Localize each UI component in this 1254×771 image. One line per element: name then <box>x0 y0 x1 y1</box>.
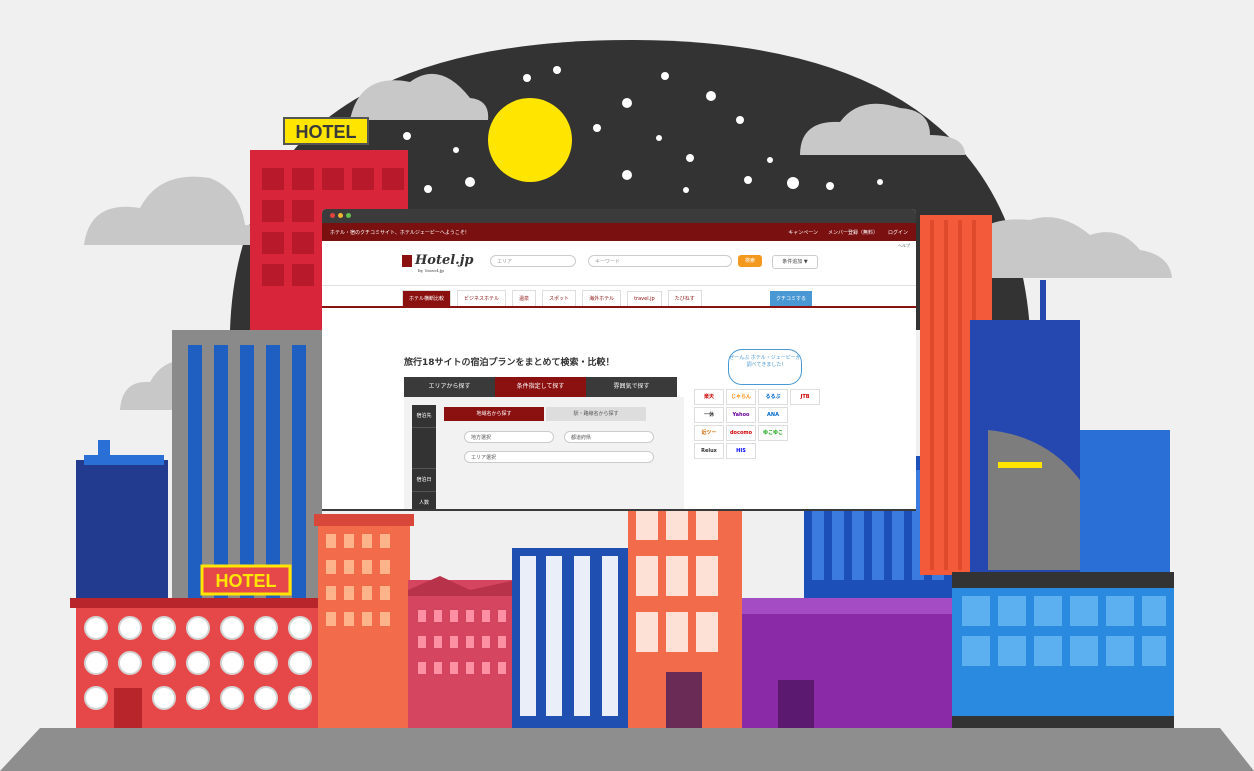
search-tabs: エリアから探す 条件指定して探す 雰囲気で探す <box>404 377 677 397</box>
search-button[interactable]: 検索 <box>738 255 762 267</box>
partner-logo[interactable]: 近ツー <box>694 425 724 441</box>
site-logo[interactable]: Hotel.jp by Travel.jp <box>402 253 474 273</box>
nav-item-onsen[interactable]: 温泉 <box>512 290 537 306</box>
topbar-link-login[interactable]: ログイン <box>888 229 908 236</box>
partner-logo[interactable]: Relux <box>694 443 724 459</box>
moon <box>488 98 572 182</box>
nav-item-overseas[interactable]: 海外ホテル <box>582 290 622 306</box>
site-topbar: ホテル・宿のクチコミサイト、ホテルジェーピーへようこそ! キャンペーン メンバー… <box>322 223 916 241</box>
partner-logo[interactable]: じゃらん <box>726 389 756 405</box>
topbar-link-campaign[interactable]: キャンペーン <box>788 229 818 236</box>
partner-logo[interactable]: docomo <box>726 425 756 441</box>
browser-window: ホテル・宿のクチコミサイト、ホテルジェーピーへようこそ! キャンペーン メンバー… <box>322 209 916 509</box>
ground <box>0 728 1254 771</box>
minimize-dot-icon[interactable] <box>338 213 343 218</box>
logo-mark-icon <box>402 254 412 267</box>
close-dot-icon[interactable] <box>330 213 335 218</box>
keyword-input[interactable]: キーワード <box>588 255 732 267</box>
topbar-link-register[interactable]: メンバー登録（無料） <box>828 229 878 236</box>
browser-chrome <box>322 209 916 223</box>
area-input[interactable]: エリア <box>490 255 576 267</box>
partner-logo[interactable]: るるぶ <box>758 389 788 405</box>
nav-item-spot[interactable]: スポット <box>542 290 577 306</box>
post-review-button[interactable]: クチコミする <box>769 291 812 306</box>
navy-left-tower <box>76 460 168 600</box>
prefecture-select[interactable]: 都道府県 <box>564 431 654 443</box>
page-headline: 旅行18サイトの宿泊プランをまとめて検索・比較！ <box>404 358 615 368</box>
label-people: 人数 <box>412 492 436 509</box>
tab-condition[interactable]: 条件指定して探す <box>495 377 586 397</box>
partner-logo[interactable]: 一休 <box>694 407 724 423</box>
search-side-labels: 宿泊先 宿泊日 人数 <box>412 405 436 509</box>
nav-item-tabinesu[interactable]: たびねす <box>667 290 702 306</box>
partner-logo[interactable]: 楽天 <box>694 389 724 405</box>
site-header: Hotel.jp by Travel.jp エリア キーワード 検索 条件追加 ▼… <box>322 241 916 285</box>
label-date: 宿泊日 <box>412 469 436 492</box>
nav-item-business[interactable]: ビジネスホテル <box>457 290 507 306</box>
subtab-region[interactable]: 地域名から探す <box>444 407 544 421</box>
partner-logos: 楽天 じゃらん るるぶ JTB 一休 Yahoo ANA 近ツー docomo … <box>694 379 834 509</box>
hotel-sign-bottom-text: HOTEL <box>216 571 277 591</box>
partner-logo[interactable]: Yahoo <box>726 407 756 423</box>
partner-logo[interactable]: ゆこゆこ <box>758 425 788 441</box>
region-select[interactable]: 地方選択 <box>464 431 554 443</box>
logo-sub: by Travel.jp <box>418 268 444 273</box>
hotel-sign-top-text: HOTEL <box>296 122 357 142</box>
nav-item-travel[interactable]: travel.jp <box>627 291 662 306</box>
pink-building <box>408 580 516 728</box>
topbar-text: ホテル・宿のクチコミサイト、ホテルジェーピーへようこそ! <box>330 229 467 236</box>
tab-mood[interactable]: 雰囲気で探す <box>586 377 677 397</box>
help-link[interactable]: ヘルプ <box>898 243 910 249</box>
purple-mall <box>742 598 954 728</box>
partner-logo[interactable]: ANA <box>758 407 788 423</box>
condition-button[interactable]: 条件追加 ▼ <box>772 255 818 269</box>
logo-text: Hotel.jp <box>415 253 474 268</box>
site-nav: ホテル横断比較 ビジネスホテル 温泉 スポット 海外ホテル travel.jp … <box>322 285 916 308</box>
tab-area[interactable]: エリアから探す <box>404 377 495 397</box>
partner-logo[interactable]: JTB <box>790 389 820 405</box>
subtab-station[interactable]: 駅・路線名から探す <box>546 407 646 421</box>
partner-logo[interactable]: HIS <box>726 443 756 459</box>
search-panel: 宿泊先 宿泊日 人数 地域名から探す 駅・路線名から探す 地方選択 都道府県 エ… <box>404 397 684 509</box>
maximize-dot-icon[interactable] <box>346 213 351 218</box>
nav-item-compare[interactable]: ホテル横断比較 <box>402 290 452 306</box>
area-select[interactable]: エリア選択 <box>464 451 654 463</box>
label-destination: 宿泊先 <box>412 405 436 428</box>
